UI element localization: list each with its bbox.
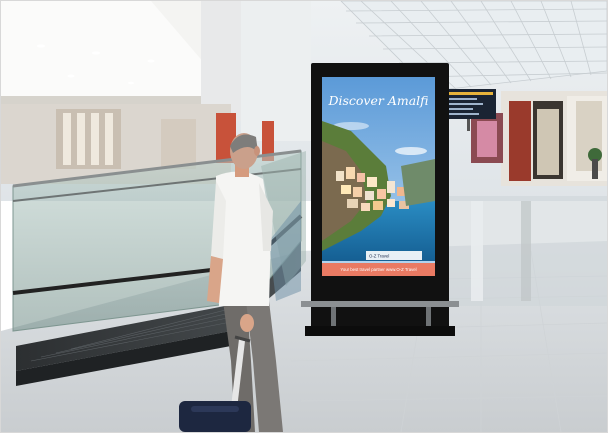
airport-scene-photo: Discover Amalfi O-Z Travel Your best tra… bbox=[0, 0, 608, 433]
ad-brand-name: O-Z Travel bbox=[369, 254, 389, 259]
ad-headline: Discover Amalfi bbox=[327, 93, 428, 108]
ad-tagline: Your best travel partner www.O-Z Travel bbox=[340, 267, 416, 272]
ad-screen: Discover Amalfi O-Z Travel Your best tra… bbox=[322, 77, 435, 276]
digital-signage-kiosk: Discover Amalfi O-Z Travel Your best tra… bbox=[301, 63, 459, 336]
